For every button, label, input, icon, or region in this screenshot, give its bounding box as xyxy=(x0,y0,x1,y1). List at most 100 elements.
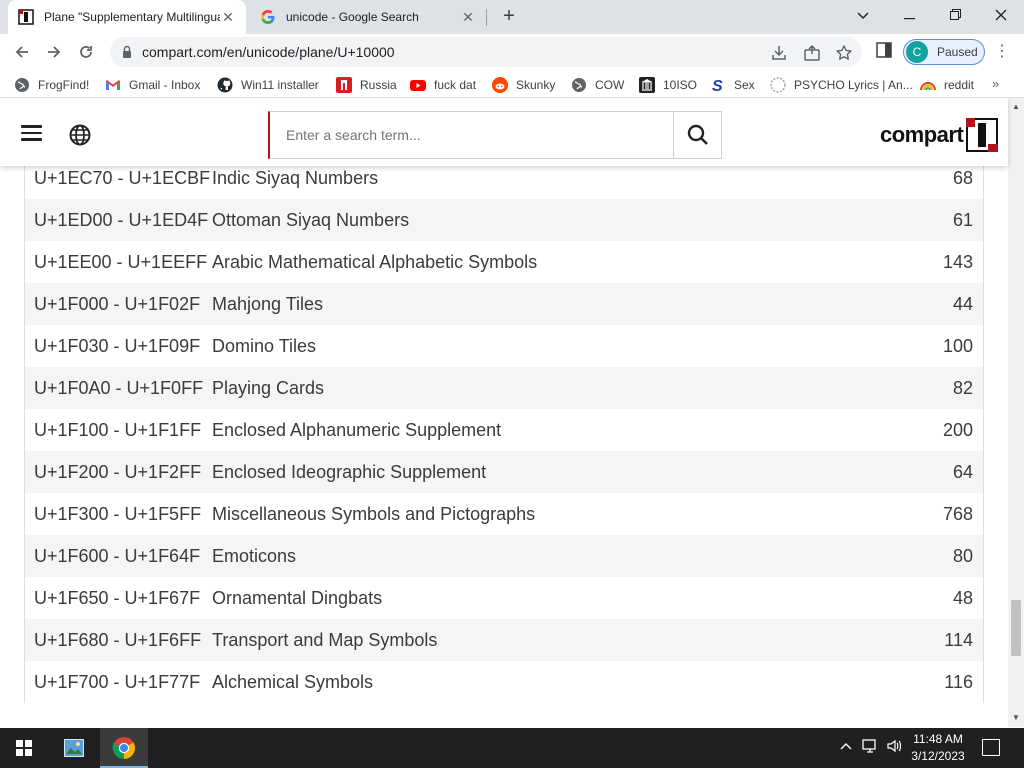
lock-icon[interactable] xyxy=(122,45,132,59)
side-panel-icon[interactable] xyxy=(876,42,892,58)
block-count: 100 xyxy=(942,335,973,356)
block-name[interactable]: Playing Cards xyxy=(212,378,903,399)
block-name[interactable]: Indic Siyaq Numbers xyxy=(212,168,903,189)
bookmark-label: fuck dat xyxy=(434,78,477,92)
bookmark-label: Win11 installer xyxy=(241,78,319,92)
notification-center-icon[interactable] xyxy=(982,739,1000,756)
gmail-icon xyxy=(106,80,120,90)
more-bookmarks-button[interactable]: » xyxy=(992,76,999,91)
close-window-button[interactable] xyxy=(978,0,1024,30)
table-row[interactable]: U+1F0A0 - U+1F0FF Playing Cards 82 xyxy=(25,367,983,409)
close-tab-icon[interactable]: ✕ xyxy=(220,9,236,26)
bookmark-item[interactable]: COW xyxy=(571,76,624,94)
search-input[interactable] xyxy=(270,112,673,158)
block-count: 116 xyxy=(944,671,973,692)
url-text[interactable]: compart.com/en/unicode/plane/U+10000 xyxy=(142,44,395,60)
minimize-button[interactable] xyxy=(886,0,932,30)
table-row[interactable]: U+1F680 - U+1F6FF Transport and Map Symbo… xyxy=(25,619,983,661)
address-bar[interactable]: compart.com/en/unicode/plane/U+10000 xyxy=(110,37,862,67)
svg-text:S: S xyxy=(712,78,723,93)
block-name[interactable]: Mahjong Tiles xyxy=(212,294,903,315)
tray-chevron-up-icon[interactable] xyxy=(840,738,852,753)
bookmark-label: Russia xyxy=(360,78,397,92)
share-icon[interactable] xyxy=(803,44,821,62)
profile-button[interactable]: C Paused xyxy=(903,39,985,65)
block-name[interactable]: Domino Tiles xyxy=(212,336,903,357)
new-tab-button[interactable]: + xyxy=(498,5,520,27)
block-range: U+1F030 - U+1F09F xyxy=(34,335,201,356)
bookmark-item[interactable]: Skunky xyxy=(492,76,555,94)
tab-compart[interactable]: Plane "Supplementary Multilingual Plane"… xyxy=(8,0,246,34)
bookmark-item[interactable]: FrogFind! xyxy=(14,76,89,94)
block-name[interactable]: Ornamental Dingbats xyxy=(212,588,903,609)
install-app-icon[interactable] xyxy=(770,44,788,62)
bookmark-item[interactable]: reddit xyxy=(920,76,974,94)
github-icon xyxy=(217,77,233,93)
block-range: U+1F680 - U+1F6FF xyxy=(34,629,202,650)
windows-taskbar: 11:48 AM 3/12/2023 xyxy=(0,728,1024,768)
table-row[interactable]: U+1F100 - U+1F1FF Enclosed Alphanumeric S… xyxy=(25,409,983,451)
block-count: 768 xyxy=(942,503,973,524)
table-row[interactable]: U+1F650 - U+1F67F Ornamental Dingbats 48 xyxy=(25,577,983,619)
browser-menu-icon[interactable]: ⋮ xyxy=(994,42,1010,62)
network-icon[interactable] xyxy=(862,738,880,757)
block-range: U+1F0A0 - U+1F0FF xyxy=(34,377,204,398)
block-name[interactable]: Miscellaneous Symbols and Pictographs xyxy=(212,504,903,525)
taskbar-photos-app[interactable] xyxy=(50,728,98,768)
menu-icon[interactable] xyxy=(21,125,42,141)
tab-search-chevron-icon[interactable] xyxy=(840,0,886,30)
scroll-down-arrow-icon[interactable]: ▼ xyxy=(1008,711,1024,725)
block-name[interactable]: Enclosed Ideographic Supplement xyxy=(212,462,903,483)
bookmark-star-icon[interactable] xyxy=(835,44,853,62)
block-name[interactable]: Arabic Mathematical Alphabetic Symbols xyxy=(212,252,903,273)
table-row[interactable]: U+1EE00 - U+1EEFF Arabic Mathematical Alp… xyxy=(25,241,983,283)
reload-button[interactable] xyxy=(74,40,98,64)
windows-start-icon[interactable] xyxy=(16,740,32,756)
table-row[interactable]: U+1F000 - U+1F02F Mahjong Tiles 44 xyxy=(25,283,983,325)
block-range: U+1F300 - U+1F5FF xyxy=(34,503,202,524)
block-name[interactable]: Ottoman Siyaq Numbers xyxy=(212,210,903,231)
block-count: 61 xyxy=(952,209,973,230)
bookmark-label: PSYCHO Lyrics | An... xyxy=(794,78,913,92)
block-count: 143 xyxy=(942,251,973,272)
block-name[interactable]: Transport and Map Symbols xyxy=(212,630,903,651)
scrollbar-thumb[interactable] xyxy=(1011,600,1021,656)
block-name[interactable]: Enclosed Alphanumeric Supplement xyxy=(212,420,903,441)
block-count: 200 xyxy=(942,419,973,440)
table-row[interactable]: U+1F700 - U+1F77F Alchemical Symbols 116 xyxy=(25,661,983,703)
block-name[interactable]: Emoticons xyxy=(212,546,903,567)
block-name[interactable]: Alchemical Symbols xyxy=(212,672,903,693)
bookmark-item[interactable]: Gmail - Inbox xyxy=(105,76,200,94)
clock-time: 11:48 AM xyxy=(913,732,963,746)
block-range: U+1EC70 - U+1ECBF xyxy=(34,167,211,188)
sync-status-label: Paused xyxy=(937,45,978,59)
table-row[interactable]: U+1F030 - U+1F09F Domino Tiles 100 xyxy=(25,325,983,367)
tab-google[interactable]: unicode - Google Search ✕ xyxy=(250,0,486,34)
language-globe-icon[interactable] xyxy=(69,124,91,146)
bookmark-item[interactable]: fuck dat xyxy=(410,76,476,94)
table-row[interactable]: U+1F300 - U+1F5FF Miscellaneous Symbols a… xyxy=(25,493,983,535)
bookmark-item[interactable]: 10ISO xyxy=(639,76,697,94)
bookmark-item[interactable]: Russia xyxy=(336,76,397,94)
compart-logo[interactable]: compart xyxy=(880,118,999,152)
table-row[interactable]: U+1ED00 - U+1ED4F Ottoman Siyaq Numbers 61 xyxy=(25,199,983,241)
forward-button[interactable] xyxy=(42,40,66,64)
taskbar-clock[interactable]: 11:48 AM 3/12/2023 xyxy=(900,731,976,765)
page-scrollbar[interactable]: ▲ ▼ xyxy=(1008,98,1024,727)
search-button[interactable] xyxy=(673,111,722,159)
restore-button[interactable] xyxy=(932,0,978,30)
site-search-field[interactable] xyxy=(268,111,674,159)
youtube-icon xyxy=(410,80,426,91)
scroll-up-arrow-icon[interactable]: ▲ xyxy=(1008,100,1024,114)
taskbar-chrome-app[interactable] xyxy=(100,728,148,768)
search-icon xyxy=(687,124,708,145)
table-row[interactable]: U+1F200 - U+1F2FF Enclosed Ideographic Su… xyxy=(25,451,983,493)
bookmark-item[interactable]: Win11 installer xyxy=(217,76,319,94)
block-count: 114 xyxy=(944,629,973,650)
compart-favicon-icon xyxy=(18,9,34,25)
bookmark-item[interactable]: S Sex xyxy=(710,76,755,94)
bookmark-item[interactable]: PSYCHO Lyrics | An... xyxy=(770,76,913,94)
back-button[interactable] xyxy=(10,40,34,64)
table-row[interactable]: U+1F600 - U+1F64F Emoticons 80 xyxy=(25,535,983,577)
close-tab-icon[interactable]: ✕ xyxy=(460,9,476,26)
